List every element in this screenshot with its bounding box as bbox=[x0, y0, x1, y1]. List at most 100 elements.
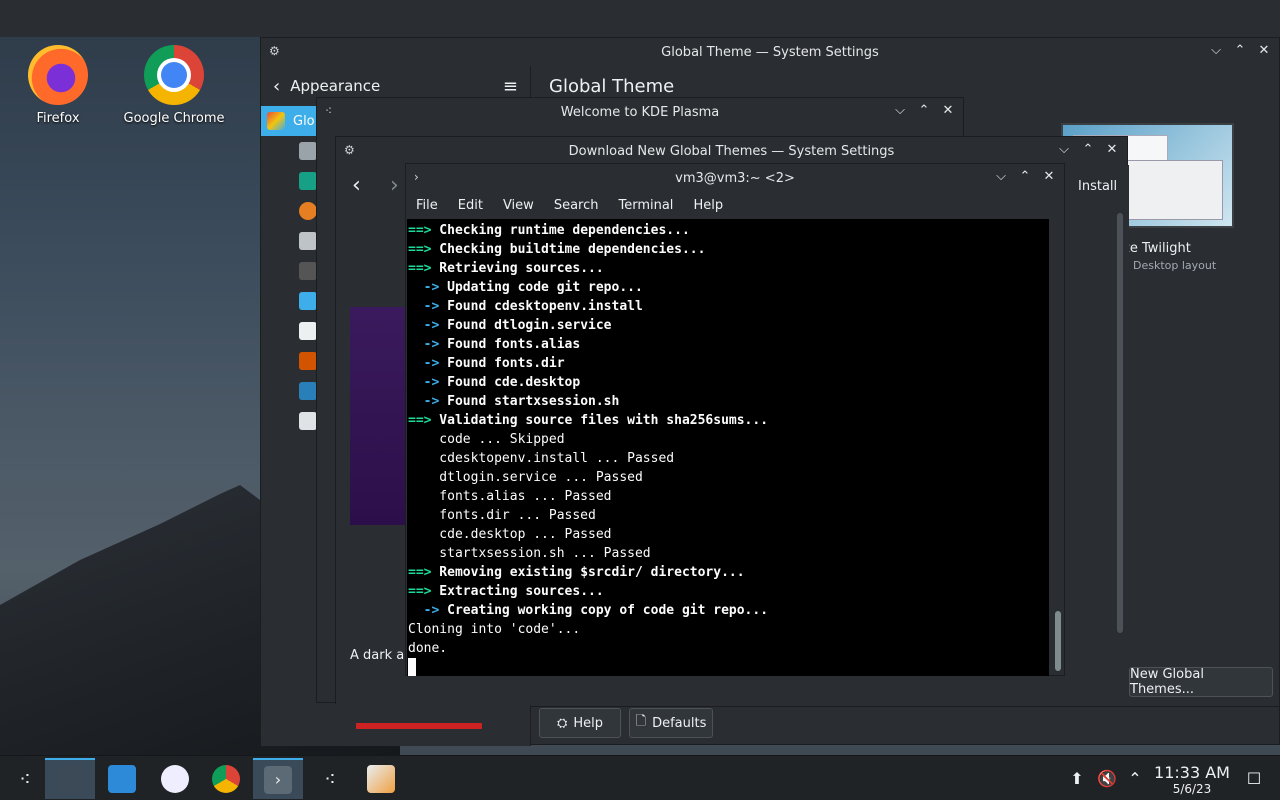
system-settings-titlebar[interactable]: ⚙ Global Theme — System Settings ⌵ ⌃ ✕ bbox=[261, 38, 1279, 66]
terminal-line: Cloning into 'code'... bbox=[408, 620, 1049, 639]
task-download[interactable] bbox=[356, 758, 406, 799]
konsole-titlebar[interactable]: › vm3@vm3:~ <2> ⌵ ⌃ ✕ bbox=[406, 164, 1064, 192]
terminal-line: -> Found cdesktopenv.install bbox=[408, 297, 1049, 316]
clock-time: 11:33 AM bbox=[1154, 763, 1230, 782]
line-text: Creating working copy of code git repo..… bbox=[439, 603, 769, 618]
download-scrollbar[interactable] bbox=[1117, 213, 1123, 633]
window-menu-icon[interactable]: ⚙ bbox=[344, 143, 355, 157]
desktop-icon-firefox[interactable]: Firefox bbox=[3, 45, 113, 126]
global-theme-icon bbox=[267, 112, 285, 130]
task-steam[interactable] bbox=[150, 758, 200, 799]
forward-arrow-icon[interactable]: › bbox=[390, 173, 399, 198]
task-system-settings[interactable] bbox=[45, 758, 95, 799]
desktop-icon-label: Google Chrome bbox=[123, 111, 225, 126]
terminal-scrollbar[interactable] bbox=[1055, 220, 1061, 675]
task-welcome[interactable]: ⁖ bbox=[305, 758, 355, 799]
line-prefix: -> bbox=[408, 337, 440, 352]
menu-help[interactable]: Help bbox=[693, 198, 723, 213]
terminal-line: -> Updating code git repo... bbox=[408, 278, 1049, 297]
window-title: Download New Global Themes — System Sett… bbox=[568, 143, 895, 159]
line-prefix: -> bbox=[408, 318, 440, 333]
login-screen-icon bbox=[299, 382, 317, 400]
line-prefix: ==> bbox=[408, 223, 432, 238]
install-button[interactable]: Install bbox=[1078, 179, 1117, 194]
line-prefix: -> bbox=[408, 394, 440, 409]
line-text: Found cdesktopenv.install bbox=[439, 299, 643, 314]
document-icon: 🗋 bbox=[635, 714, 647, 729]
download-titlebar[interactable]: ⚙ Download New Global Themes — System Se… bbox=[336, 137, 1127, 165]
maximize-button[interactable]: ⌃ bbox=[1018, 168, 1032, 186]
icons-icon bbox=[299, 292, 317, 310]
line-prefix: ==> bbox=[408, 584, 432, 599]
terminal-prompt-line bbox=[408, 658, 1049, 676]
line-text: startxsession.sh ... Passed bbox=[408, 546, 651, 561]
line-text: Removing existing $srcdir/ directory... bbox=[431, 565, 745, 580]
scrollbar-thumb[interactable] bbox=[1055, 611, 1061, 671]
line-text: Found fonts.dir bbox=[439, 356, 565, 371]
close-button[interactable]: ✕ bbox=[1257, 42, 1271, 60]
terminal-line: -> Found cde.desktop bbox=[408, 373, 1049, 392]
line-text: Found fonts.alias bbox=[439, 337, 581, 352]
help-button[interactable]: ⛭ Help bbox=[539, 708, 621, 738]
theme-preview-strip bbox=[356, 723, 482, 729]
terminal-line: startxsession.sh ... Passed bbox=[408, 544, 1049, 563]
terminal-line: fonts.alias ... Passed bbox=[408, 487, 1049, 506]
kde-icon: ⁖ bbox=[325, 104, 333, 118]
menu-terminal[interactable]: Terminal bbox=[618, 198, 673, 213]
maximize-button[interactable]: ⌃ bbox=[1081, 141, 1095, 159]
terminal-line: fonts.dir ... Passed bbox=[408, 506, 1049, 525]
line-text: Retrieving sources... bbox=[431, 261, 604, 276]
task-konsole[interactable]: › bbox=[253, 758, 303, 799]
task-discover[interactable] bbox=[97, 758, 147, 799]
sidebar-back-label[interactable]: Appearance bbox=[290, 77, 380, 95]
tray-expand-icon[interactable]: ⌃ bbox=[1126, 756, 1144, 800]
terminal-icon: › bbox=[414, 170, 419, 184]
clock-date: 5/6/23 bbox=[1172, 782, 1212, 796]
minimize-button[interactable]: ⌵ bbox=[1057, 141, 1071, 159]
menu-search[interactable]: Search bbox=[554, 198, 599, 213]
maximize-button[interactable]: ⌃ bbox=[1233, 42, 1247, 60]
page-title: Global Theme bbox=[549, 76, 675, 97]
minimize-button[interactable]: ⌵ bbox=[893, 102, 907, 120]
terminal-line: ==> Checking runtime dependencies... bbox=[408, 221, 1049, 240]
chrome-icon bbox=[144, 45, 204, 105]
terminal-output[interactable]: ==> Checking runtime dependencies... ==> … bbox=[407, 219, 1049, 676]
line-text: Extracting sources... bbox=[431, 584, 604, 599]
window-title: Global Theme — System Settings bbox=[661, 44, 879, 60]
updates-icon[interactable]: ⬆ bbox=[1066, 756, 1088, 800]
show-desktop-icon[interactable]: ☐ bbox=[1244, 756, 1264, 800]
window-title: vm3@vm3:~ <2> bbox=[675, 170, 795, 186]
desktop-icon-chrome[interactable]: Google Chrome bbox=[119, 45, 229, 126]
brush-icon bbox=[299, 142, 317, 160]
minimize-button[interactable]: ⌵ bbox=[1209, 42, 1223, 60]
volume-muted-icon[interactable]: 🔇 bbox=[1096, 756, 1118, 800]
window-menu-icon[interactable]: ⚙ bbox=[269, 44, 280, 58]
get-new-themes-button[interactable]: New Global Themes... bbox=[1129, 667, 1273, 697]
hamburger-menu-icon[interactable]: ≡ bbox=[503, 76, 518, 97]
back-arrow-icon[interactable]: ‹ bbox=[352, 173, 361, 198]
application-launcher[interactable]: ⁖ bbox=[0, 758, 50, 799]
line-text: fonts.dir ... Passed bbox=[408, 508, 596, 523]
terminal-line: code ... Skipped bbox=[408, 430, 1049, 449]
splash-icon bbox=[299, 352, 317, 370]
maximize-button[interactable]: ⌃ bbox=[917, 102, 931, 120]
menu-view[interactable]: View bbox=[503, 198, 534, 213]
line-prefix: -> bbox=[408, 375, 440, 390]
task-chrome[interactable] bbox=[201, 758, 251, 799]
line-text: Checking buildtime dependencies... bbox=[431, 242, 706, 257]
close-button[interactable]: ✕ bbox=[941, 102, 955, 120]
button-label: Help bbox=[573, 715, 604, 731]
back-arrow-icon[interactable]: ‹ bbox=[273, 76, 280, 97]
menu-file[interactable]: File bbox=[416, 198, 438, 213]
close-button[interactable]: ✕ bbox=[1105, 141, 1119, 159]
top-bar bbox=[0, 0, 1280, 37]
defaults-button[interactable]: 🗋 Defaults bbox=[629, 708, 713, 738]
desktop-icon-label: Firefox bbox=[36, 111, 80, 126]
terminal-line: done. bbox=[408, 639, 1049, 658]
menu-edit[interactable]: Edit bbox=[458, 198, 483, 213]
store-icon bbox=[108, 764, 136, 793]
minimize-button[interactable]: ⌵ bbox=[994, 168, 1008, 186]
close-button[interactable]: ✕ bbox=[1042, 168, 1056, 186]
welcome-titlebar[interactable]: ⁖ Welcome to KDE Plasma ⌵ ⌃ ✕ bbox=[317, 98, 963, 126]
clock[interactable]: 11:33 AM 5/6/23 bbox=[1150, 763, 1234, 796]
